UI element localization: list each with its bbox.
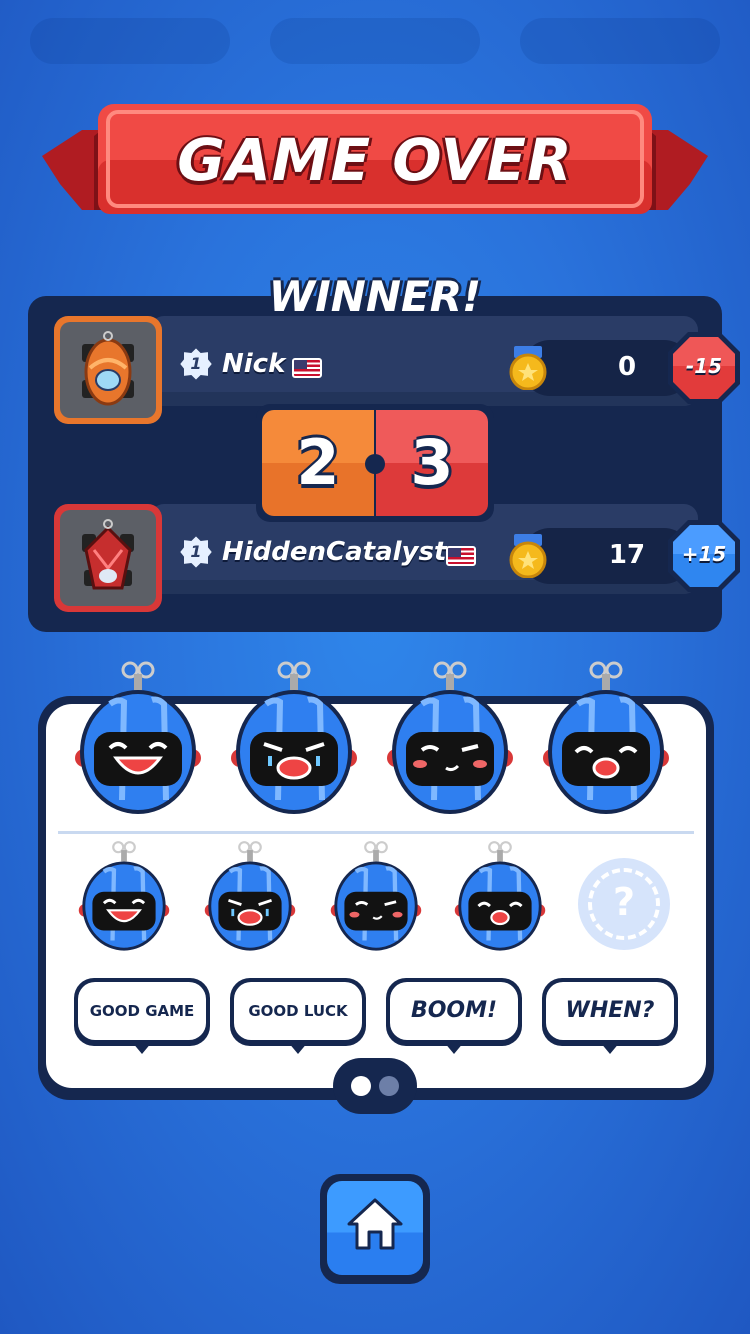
- emote-crying-large[interactable]: [228, 660, 360, 816]
- winking-robot-icon: [330, 841, 422, 951]
- player-name-hiddencatalyst: HiddenCatalyst: [222, 537, 447, 567]
- quick-chat-boom[interactable]: BOOM!: [386, 978, 522, 1054]
- home-button[interactable]: [320, 1174, 430, 1284]
- page-dot[interactable]: [379, 1076, 399, 1096]
- laughing-robot-icon: [78, 841, 170, 951]
- rank-number: 1: [190, 542, 202, 561]
- emote-crying-small[interactable]: [202, 840, 298, 952]
- question-mark-icon: ?: [612, 880, 636, 924]
- delta-value: +15: [681, 542, 727, 566]
- emote-page-indicator: [333, 1058, 417, 1114]
- emote-shocked-small[interactable]: [452, 840, 548, 952]
- winking-robot-icon: [387, 661, 513, 814]
- trophy-delta-hiddencatalyst: +15: [666, 518, 742, 594]
- page-dot-active[interactable]: [351, 1076, 371, 1096]
- orange-car-icon: [82, 331, 134, 406]
- quick-chat-good-game[interactable]: GOOD GAME: [74, 978, 210, 1054]
- player-car-hiddencatalyst: [54, 504, 162, 612]
- laughing-robot-icon: [75, 661, 201, 814]
- us-flag-icon: [446, 546, 476, 566]
- quick-chat-label: GOOD GAME: [89, 1002, 195, 1020]
- home-icon: [347, 1198, 403, 1250]
- game-over-title: GAME OVER: [177, 126, 573, 194]
- score-separator: [365, 454, 385, 474]
- game-over-banner: GAME OVER: [42, 100, 708, 220]
- rank-number: 1: [190, 354, 202, 373]
- quick-chat-good-luck[interactable]: GOOD LUCK: [230, 978, 366, 1054]
- shocked-robot-icon: [543, 661, 669, 814]
- player-car-nick: [54, 316, 162, 424]
- score-left-panel: 2: [262, 410, 374, 516]
- emote-laughing-large[interactable]: [72, 660, 204, 816]
- trophy-coin-icon: [509, 346, 547, 390]
- emote-laughing-small[interactable]: [76, 840, 172, 952]
- match-score: 2 3: [256, 404, 494, 522]
- player-name-nick: Nick: [222, 349, 286, 379]
- emote-divider: [58, 831, 694, 834]
- quick-chat-label: WHEN?: [565, 998, 655, 1023]
- delta-value: -15: [685, 354, 723, 378]
- red-car-icon: [82, 519, 134, 590]
- crying-robot-icon: [204, 841, 296, 951]
- score-right-panel: 3: [376, 410, 488, 516]
- emote-winking-large[interactable]: [384, 660, 516, 816]
- winner-title: WINNER!: [268, 272, 482, 321]
- trophy-delta-nick: -15: [666, 330, 742, 406]
- us-flag-icon: [292, 358, 322, 378]
- quick-chat-label: BOOM!: [410, 998, 498, 1023]
- locked-emote-slot[interactable]: ?: [578, 858, 670, 950]
- trophy-coin-icon: [509, 534, 547, 578]
- score-right: 3: [410, 426, 454, 499]
- score-left: 2: [296, 426, 340, 499]
- emote-winking-small[interactable]: [328, 840, 424, 952]
- emote-shocked-large[interactable]: [540, 660, 672, 816]
- background-hud: [0, 0, 750, 90]
- quick-chat-label: GOOD LUCK: [248, 1002, 348, 1020]
- quick-chat-when[interactable]: WHEN?: [542, 978, 678, 1054]
- shocked-robot-icon: [454, 841, 546, 951]
- crying-robot-icon: [231, 661, 357, 814]
